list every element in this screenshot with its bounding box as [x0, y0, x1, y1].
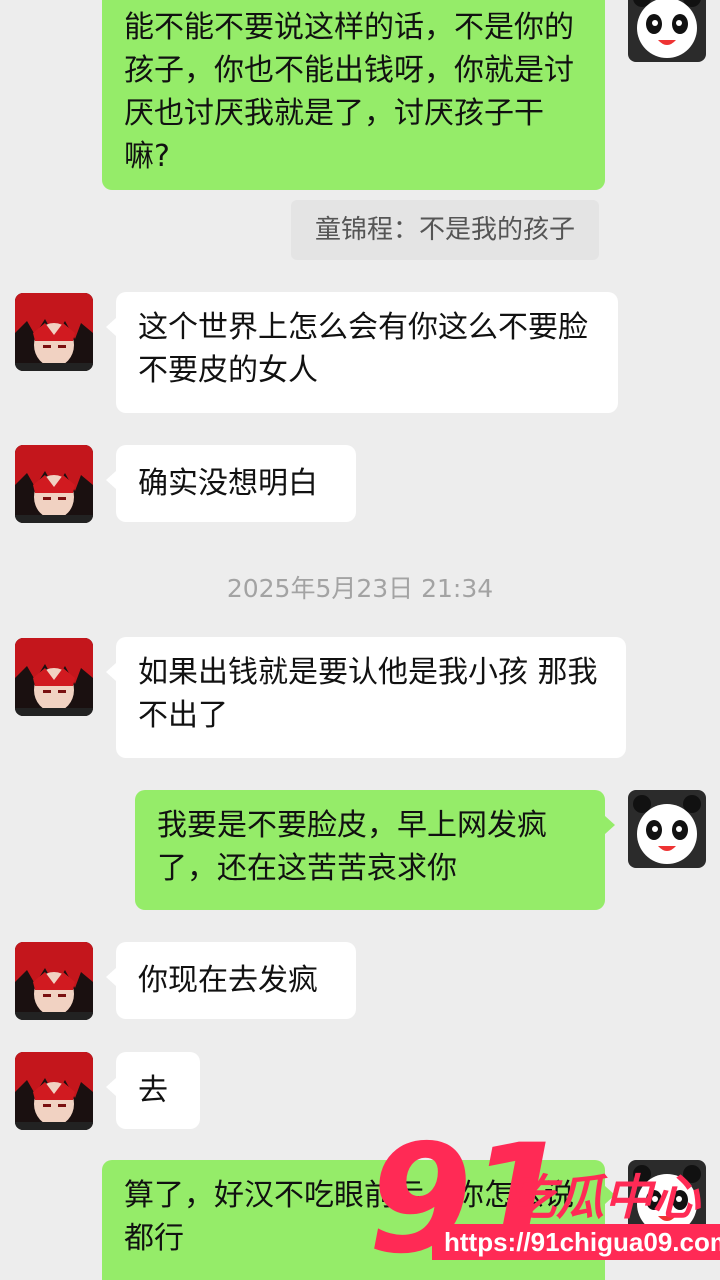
- chat-window: 能不能不要说这样的话，不是你的孩子，你也不能出钱呀，你就是讨厌也讨厌我就是了，讨…: [0, 0, 720, 1280]
- message-bubble-incoming[interactable]: 如果出钱就是要认他是我小孩 那我不出了: [106, 637, 626, 758]
- red-hair-anime-avatar-icon[interactable]: [15, 942, 93, 1020]
- panda-avatar-icon[interactable]: [628, 790, 706, 868]
- red-hair-anime-avatar-icon[interactable]: [15, 293, 93, 371]
- message-timestamp: 2025年5月23日 21:34: [226, 574, 494, 603]
- red-hair-anime-avatar-icon[interactable]: [15, 1052, 93, 1130]
- red-hair-anime-avatar-icon[interactable]: [15, 445, 93, 523]
- quoted-reply[interactable]: 童锦程：不是我的孩子: [291, 200, 600, 260]
- red-hair-anime-avatar-icon[interactable]: [15, 638, 93, 716]
- message-bubble-incoming[interactable]: 确实没想明白: [106, 445, 356, 522]
- panda-avatar-icon[interactable]: [628, 0, 706, 62]
- message-bubble-incoming[interactable]: 这个世界上怎么会有你这么不要脸不要皮的女人: [106, 292, 618, 413]
- watermark-url: https://91chigua09.com: [432, 1224, 720, 1260]
- message-bubble-outgoing[interactable]: 能不能不要说这样的话，不是你的孩子，你也不能出钱呀，你就是讨厌也讨厌我就是了，讨…: [102, 0, 605, 190]
- watermark-site-title: 吃瓜中心: [508, 1170, 701, 1226]
- message-bubble-incoming[interactable]: 你现在去发疯: [106, 942, 356, 1019]
- message-bubble-incoming[interactable]: 去: [106, 1052, 200, 1129]
- message-bubble-outgoing[interactable]: 我要是不要脸皮，早上网发疯了，还在这苦苦哀求你: [135, 790, 615, 910]
